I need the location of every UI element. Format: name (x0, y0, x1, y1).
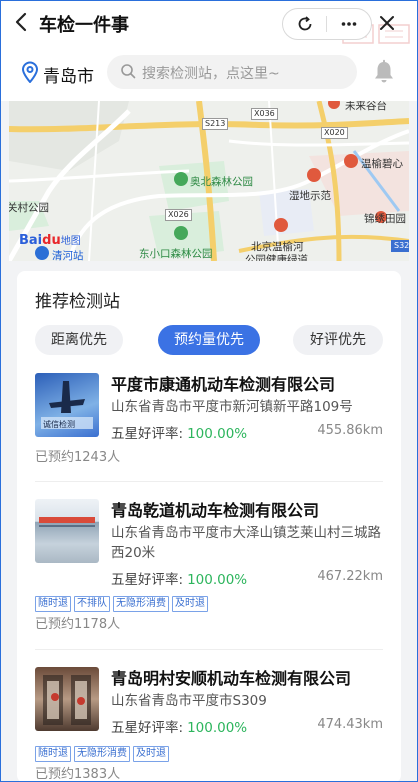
map-place: 东小口森林公园 (139, 248, 213, 260)
rating-label: 五星好评率: (111, 572, 184, 588)
station-thumbnail (35, 499, 99, 563)
rating-value: 100.00% (187, 572, 248, 588)
station-thumbnail (35, 667, 99, 731)
service-tag: 及时退 (133, 746, 169, 762)
thumb-caption: 诚信检测 (43, 420, 75, 429)
rating-row: 五星好评率: 100.00% (111, 716, 247, 736)
road-tag: X020 (321, 127, 348, 139)
map-place: 锦绣田园 (364, 213, 406, 225)
road-tag: X036 (251, 108, 278, 120)
map-place: 奥北森林公园 (190, 176, 253, 188)
sort-tabs: 距离优先 预约量优先 好评优先 (17, 325, 401, 357)
booked-count: 已预约1383人 (35, 767, 121, 782)
map-place: 公园健康绿道 (245, 254, 308, 261)
map-place: 湿地示范 (289, 190, 331, 202)
station-thumbnail: 诚信检测 (35, 373, 99, 437)
station-item[interactable]: 青岛明村安顺机动车检测有限公司 山东省青岛市平度市S309 五星好评率: 100.… (17, 665, 401, 782)
booked-count: 已预约1243人 (35, 450, 121, 465)
station-item[interactable]: 诚信检测 平度市康通机动车检测有限公司 山东省青岛市平度市新河镇新平路109号 … (17, 371, 401, 469)
rating-value: 100.00% (187, 426, 248, 442)
station-distance: 455.86km (317, 423, 383, 438)
booked-count: 已预约1178人 (35, 617, 121, 632)
service-tag: 及时退 (172, 596, 208, 612)
map-logo-suffix: 地图 (60, 236, 81, 247)
rating-label: 五星好评率: (111, 720, 184, 736)
page-title: 车检一件事 (39, 15, 129, 36)
section-title: 推荐检测站 (35, 292, 120, 312)
road-tag: S32 (391, 240, 409, 252)
station-list-card: 推荐检测站 距离优先 预约量优先 好评优先 诚信检测 平度市康通机动车检测有限公… (17, 271, 401, 782)
divider (35, 649, 383, 650)
station-address: 山东省青岛市平度市新河镇新平路109号 (111, 399, 353, 415)
search-input[interactable]: 搜索检测站，点这里~ (107, 55, 357, 89)
service-tag: 随时退 (35, 596, 71, 612)
map-logo-paw: du (42, 233, 61, 248)
service-tag: 无隐形消费 (74, 746, 130, 762)
refresh-icon[interactable] (283, 9, 326, 39)
station-address: 山东省青岛市平度市大泽山镇芝莱山村三城路西20米 (111, 525, 381, 561)
station-address: 山东省青岛市平度市S309 (111, 693, 267, 709)
rating-label: 五星好评率: (111, 426, 184, 442)
service-tag: 随时退 (35, 746, 71, 762)
map-place: 关村公园 (9, 202, 49, 214)
road-tag: X026 (165, 209, 192, 221)
map-place: 未来谷台 (345, 101, 387, 112)
tab-bookings[interactable]: 预约量优先 (158, 325, 260, 355)
rating-row: 五星好评率: 100.00% (111, 568, 247, 588)
service-tag: 无隐形消费 (113, 596, 169, 612)
search-icon (121, 64, 136, 79)
mini-program-capsule (282, 8, 372, 40)
location-pin-icon[interactable] (21, 61, 39, 84)
map-place: 清河站 (52, 250, 84, 261)
station-distance: 474.43km (317, 717, 383, 732)
tab-distance[interactable]: 距离优先 (35, 325, 123, 355)
station-name: 青岛明村安顺机动车检测有限公司 (111, 669, 352, 688)
close-icon[interactable] (375, 11, 399, 35)
more-icon[interactable] (327, 9, 370, 39)
bell-icon[interactable] (373, 59, 395, 85)
map-logo: Baidu地图 (19, 232, 81, 248)
map-view[interactable]: 奥北森林公园 东小口森林公园 关村公园 清河站 温榆碧心 湿地示范 锦绣田园 北… (9, 101, 409, 261)
service-tags: 随时退 不排队 无隐形消费 及时退 (35, 591, 211, 612)
station-item[interactable]: 青岛乾道机动车检测有限公司 山东省青岛市平度市大泽山镇芝莱山村三城路西20米 五… (17, 497, 401, 632)
back-icon[interactable] (11, 11, 33, 33)
rating-row: 五星好评率: 100.00% (111, 422, 247, 442)
station-distance: 467.22km (317, 569, 383, 584)
service-tags: 随时退 无隐形消费 及时退 (35, 741, 172, 762)
search-placeholder: 搜索检测站，点这里~ (142, 66, 280, 82)
divider (35, 481, 383, 482)
app-frame: 车检一件事 青岛市 搜索检测站，点这里~ 奥北森林公园 东小口森林公园 关村公园… (0, 0, 418, 782)
title-bar: 车检一件事 (1, 1, 417, 45)
search-row: 青岛市 搜索检测站，点这里~ (1, 45, 417, 101)
map-logo-brand: Bai (19, 233, 43, 248)
station-name: 平度市康通机动车检测有限公司 (111, 375, 336, 394)
rating-value: 100.00% (187, 720, 248, 736)
road-tag: S213 (202, 118, 229, 130)
service-tag: 不排队 (74, 596, 110, 612)
tab-rating[interactable]: 好评优先 (293, 325, 383, 355)
city-selector[interactable]: 青岛市 (43, 62, 94, 87)
station-name: 青岛乾道机动车检测有限公司 (111, 501, 320, 520)
map-place: 温榆碧心 (361, 158, 403, 170)
